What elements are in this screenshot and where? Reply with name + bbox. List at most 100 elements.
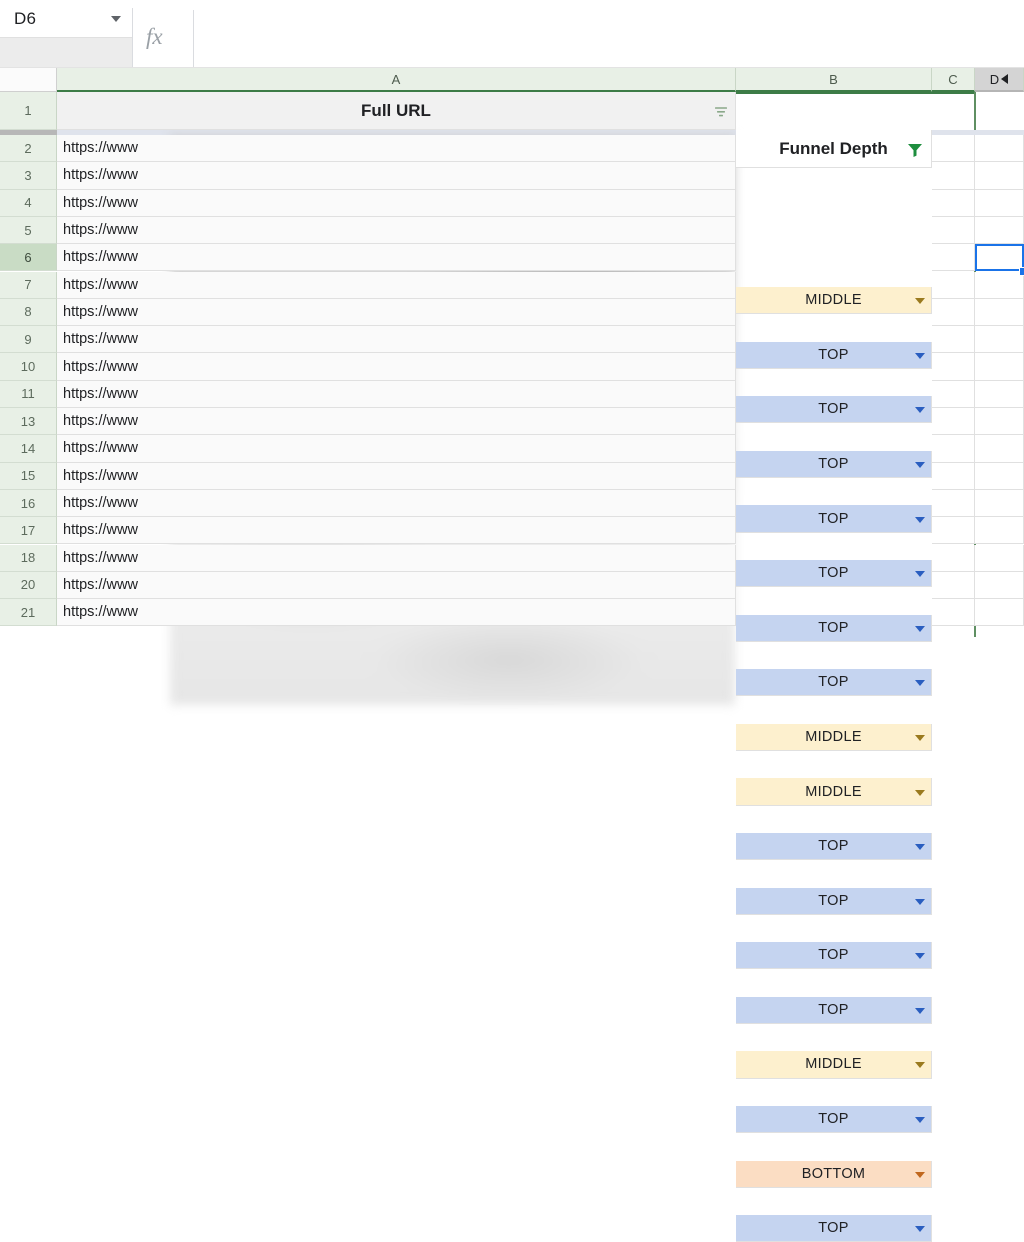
- row-header-4[interactable]: 4: [0, 189, 57, 217]
- cell-b4[interactable]: TOP: [736, 396, 932, 424]
- cell-a2[interactable]: https://www: [57, 135, 736, 163]
- cell-a20[interactable]: https://www: [57, 571, 736, 600]
- selected-cell-outline[interactable]: [975, 244, 1024, 272]
- filter-funnel-icon[interactable]: [713, 104, 729, 124]
- fill-handle[interactable]: [1019, 266, 1024, 276]
- column-header-a[interactable]: A: [57, 68, 736, 92]
- cell-c8[interactable]: [932, 298, 975, 327]
- cell-c4[interactable]: [932, 189, 975, 217]
- cell-d21[interactable]: [975, 599, 1024, 627]
- cell-c2[interactable]: [932, 135, 975, 163]
- cell-d4[interactable]: [975, 189, 1024, 217]
- cell-a15[interactable]: https://www: [57, 462, 736, 490]
- chevron-down-icon[interactable]: [915, 1226, 925, 1233]
- cell-b6[interactable]: TOP: [736, 505, 932, 533]
- chevron-down-icon[interactable]: [915, 789, 925, 796]
- cell-d9[interactable]: [975, 326, 1024, 354]
- row-header-15[interactable]: 15: [0, 462, 57, 490]
- column-header-c[interactable]: C: [932, 68, 975, 92]
- cell-b11[interactable]: MIDDLE: [736, 778, 932, 806]
- cell-c18[interactable]: [932, 544, 975, 572]
- cell-a16[interactable]: https://www: [57, 489, 736, 518]
- chevron-down-icon[interactable]: [915, 1007, 925, 1014]
- spreadsheet-grid[interactable]: A B C D 1 Full URL Funnel Depth 2 https://www MI…: [0, 68, 1024, 1242]
- cell-b5[interactable]: TOP: [736, 450, 932, 479]
- cell-d2[interactable]: [975, 135, 1024, 163]
- row-header-14[interactable]: 14: [0, 435, 57, 463]
- row-header-8[interactable]: 8: [0, 298, 57, 327]
- cell-b10[interactable]: MIDDLE: [736, 723, 932, 752]
- cell-a4[interactable]: https://www: [57, 189, 736, 217]
- cell-c16[interactable]: [932, 489, 975, 518]
- cell-c5[interactable]: [932, 216, 975, 245]
- cell-a18[interactable]: https://www: [57, 544, 736, 572]
- row-header-11[interactable]: 11: [0, 380, 57, 408]
- cell-b21[interactable]: TOP: [736, 1215, 932, 1242]
- cell-c6[interactable]: [932, 244, 975, 272]
- chevron-down-icon[interactable]: [915, 571, 925, 578]
- cell-d5[interactable]: [975, 216, 1024, 245]
- chevron-down-icon[interactable]: [915, 461, 925, 468]
- cell-a8[interactable]: https://www: [57, 298, 736, 327]
- column-header-b[interactable]: B: [736, 68, 932, 92]
- cell-b13[interactable]: TOP: [736, 832, 932, 861]
- chevron-down-icon[interactable]: [108, 15, 132, 22]
- row-header-3[interactable]: 3: [0, 162, 57, 190]
- name-box[interactable]: D6: [0, 0, 132, 38]
- column-header-d[interactable]: D: [975, 68, 1024, 92]
- cell-a3[interactable]: https://www: [57, 162, 736, 190]
- cell-a10[interactable]: https://www: [57, 353, 736, 381]
- cell-a21[interactable]: https://www: [57, 599, 736, 627]
- chevron-down-icon[interactable]: [915, 407, 925, 414]
- chevron-down-icon[interactable]: [915, 844, 925, 851]
- cell-c15[interactable]: [932, 462, 975, 490]
- row-header-7[interactable]: 7: [0, 271, 57, 299]
- cell-b16[interactable]: TOP: [736, 996, 932, 1025]
- row-header-5[interactable]: 5: [0, 216, 57, 245]
- chevron-down-icon[interactable]: [915, 953, 925, 960]
- cell-b8[interactable]: TOP: [736, 614, 932, 642]
- cell-d13[interactable]: [975, 408, 1024, 436]
- cell-b18[interactable]: TOP: [736, 1105, 932, 1134]
- cell-b3[interactable]: TOP: [736, 341, 932, 369]
- row-header-9[interactable]: 9: [0, 326, 57, 354]
- cell-d18[interactable]: [975, 544, 1024, 572]
- cell-a13[interactable]: https://www: [57, 408, 736, 436]
- cell-c13[interactable]: [932, 408, 975, 436]
- row-header-1[interactable]: 1: [0, 92, 57, 130]
- row-header-10[interactable]: 10: [0, 353, 57, 381]
- cell-b17[interactable]: MIDDLE: [736, 1051, 932, 1079]
- cell-a5[interactable]: https://www: [57, 216, 736, 245]
- cell-d15[interactable]: [975, 462, 1024, 490]
- cell-c10[interactable]: [932, 353, 975, 381]
- select-all-corner[interactable]: [0, 68, 57, 92]
- cell-b20[interactable]: BOTTOM: [736, 1160, 932, 1188]
- cell-c3[interactable]: [932, 162, 975, 190]
- cell-a17[interactable]: https://www: [57, 517, 736, 545]
- cell-a6[interactable]: https://www: [57, 244, 736, 272]
- cell-d7[interactable]: [975, 271, 1024, 299]
- cell-c20[interactable]: [932, 571, 975, 600]
- cell-c21[interactable]: [932, 599, 975, 627]
- chevron-down-icon[interactable]: [915, 680, 925, 687]
- cell-d17[interactable]: [975, 517, 1024, 545]
- cell-c14[interactable]: [932, 435, 975, 463]
- row-header-16[interactable]: 16: [0, 489, 57, 518]
- row-header-18[interactable]: 18: [0, 544, 57, 572]
- chevron-down-icon[interactable]: [915, 298, 925, 305]
- cell-c9[interactable]: [932, 326, 975, 354]
- row-header-2[interactable]: 2: [0, 135, 57, 163]
- cell-b14[interactable]: TOP: [736, 887, 932, 915]
- cell-d10[interactable]: [975, 353, 1024, 381]
- row-header-13[interactable]: 13: [0, 408, 57, 436]
- chevron-down-icon[interactable]: [915, 625, 925, 632]
- chevron-down-icon[interactable]: [915, 1062, 925, 1069]
- cell-d8[interactable]: [975, 298, 1024, 327]
- cell-b7[interactable]: TOP: [736, 559, 932, 588]
- cell-c17[interactable]: [932, 517, 975, 545]
- cell-a14[interactable]: https://www: [57, 435, 736, 463]
- chevron-down-icon[interactable]: [915, 1171, 925, 1178]
- cell-d3[interactable]: [975, 162, 1024, 190]
- row-header-20[interactable]: 20: [0, 571, 57, 600]
- row-header-17[interactable]: 17: [0, 517, 57, 545]
